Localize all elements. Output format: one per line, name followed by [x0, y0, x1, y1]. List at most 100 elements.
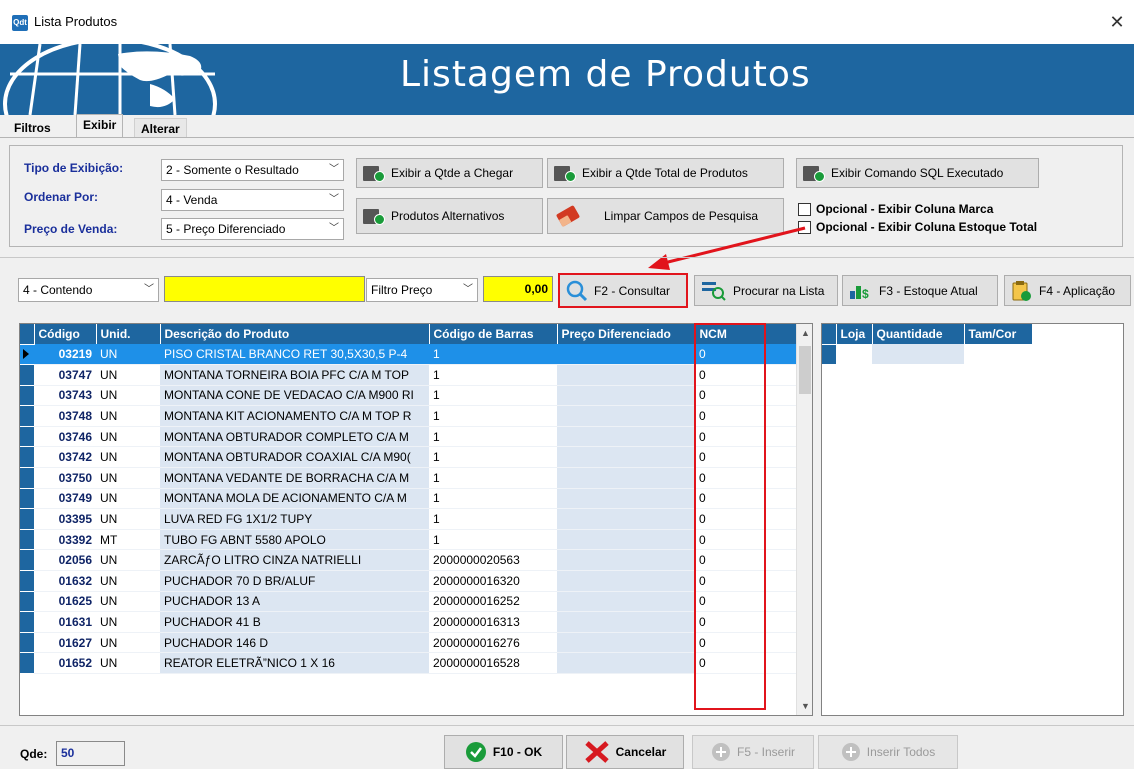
- preco-venda-select[interactable]: 5 - Preço Diferenciado ﹀: [161, 218, 344, 240]
- procurar-lista-button[interactable]: Procurar na Lista: [694, 275, 838, 306]
- table-row[interactable]: 03746 UN MONTANA OBTURADOR COMPLETO C/A M1…: [20, 426, 796, 448]
- ok-button[interactable]: F10 - OK: [444, 735, 563, 769]
- exibir-qtde-chegar-button[interactable]: Exibir a Qtde a Chegar: [356, 158, 543, 188]
- col-preco[interactable]: Preço Diferenciado: [557, 324, 696, 344]
- tab-exibir[interactable]: Exibir: [76, 114, 124, 138]
- cell-unid: UN: [96, 611, 160, 633]
- cell-barras: 1: [429, 426, 557, 448]
- table-row[interactable]: 03219 UN PISO CRISTAL BRANCO RET 30,5X30,5…: [20, 344, 796, 366]
- cell-descricao: MONTANA CONE DE VEDACAO C/A M900 RI: [160, 385, 429, 407]
- table-row[interactable]: 01652 UN REATOR ELETRÃ”NICO 1 X 16 20000000…: [20, 652, 796, 674]
- table-row[interactable]: 03742 UN MONTANA OBTURADOR COAXIAL C/A M90…: [20, 446, 796, 469]
- scroll-up-icon[interactable]: ▲: [801, 328, 810, 338]
- cell-preco: [557, 652, 695, 674]
- filtro-preco-select[interactable]: Filtro Preço ﹀: [366, 278, 478, 302]
- exibir-sql-button[interactable]: Exibir Comando SQL Executado: [796, 158, 1039, 188]
- stock-grid[interactable]: Loja Quantidade Tam/Cor: [821, 323, 1124, 716]
- cell-barras: 1: [429, 467, 557, 489]
- tab-alterar[interactable]: Alterar: [134, 118, 187, 138]
- consultar-button[interactable]: F2 - Consultar: [558, 273, 688, 308]
- chk-estoque-row[interactable]: Opcional - Exibir Coluna Estoque Total: [798, 220, 1037, 234]
- cell-codigo: 03395: [34, 508, 96, 530]
- cell-unid: UN: [96, 426, 160, 448]
- cell-unid: UN: [96, 508, 160, 530]
- close-icon[interactable]: ✕: [1104, 8, 1130, 36]
- chk-marca-row[interactable]: Opcional - Exibir Coluna Marca: [798, 202, 993, 216]
- folder-add-icon: [363, 207, 385, 225]
- table-row[interactable]: 01631 UN PUCHADOR 41 B 2000000016313 0: [20, 611, 796, 633]
- inserir-todos-button[interactable]: Inserir Todos: [818, 735, 958, 769]
- col-codigo[interactable]: Código: [34, 324, 97, 344]
- banner: Listagem de Produtos: [0, 44, 1134, 115]
- row-indicator[interactable]: [20, 570, 34, 592]
- table-row[interactable]: 03748 UN MONTANA KIT ACIONAMENTO C/A M TOP…: [20, 405, 796, 427]
- row-indicator[interactable]: [20, 611, 34, 633]
- checkbox-marca[interactable]: [798, 202, 811, 216]
- inserir-todos-label: Inserir Todos: [866, 745, 936, 759]
- match-mode-select[interactable]: 4 - Contendo ﹀: [18, 278, 159, 302]
- row-indicator[interactable]: [20, 549, 34, 572]
- cell-unid: MT: [96, 529, 160, 551]
- table-row[interactable]: 03747 UN MONTANA TORNEIRA BOIA PFC C/A M T…: [20, 364, 796, 386]
- cell-descricao: MONTANA OBTURADOR COAXIAL C/A M90(: [160, 446, 429, 469]
- col-loja[interactable]: Loja: [836, 324, 873, 344]
- row-indicator[interactable]: [20, 426, 34, 448]
- row-indicator[interactable]: [20, 632, 34, 654]
- preco-venda-value: 5 - Preço Diferenciado: [166, 222, 286, 236]
- ordenar-por-select[interactable]: 4 - Venda ﹀: [161, 189, 344, 211]
- cell-codigo: 03746: [34, 426, 96, 448]
- table-row[interactable]: 02056 UN ZARCÃƒO LITRO CINZA NATRIELLI 2000…: [20, 549, 796, 572]
- row-indicator[interactable]: [20, 364, 34, 386]
- col-quantidade[interactable]: Quantidade: [872, 324, 965, 344]
- produtos-alternativos-button[interactable]: Produtos Alternativos: [356, 198, 543, 234]
- row-indicator[interactable]: [20, 405, 34, 427]
- cell-codigo: 03742: [34, 446, 96, 469]
- row-indicator[interactable]: [20, 488, 34, 510]
- inserir-label: F5 - Inserir: [736, 745, 795, 759]
- table-row[interactable]: 03749 UN MONTANA MOLA DE ACIONAMENTO C/A M…: [20, 488, 796, 510]
- tab-filtros[interactable]: Filtros: [8, 118, 57, 138]
- scroll-thumb[interactable]: [799, 346, 811, 394]
- table-row[interactable]: 01625 UN PUCHADOR 13 A 2000000016252 0: [20, 591, 796, 613]
- scroll-down-icon[interactable]: ▼: [801, 701, 810, 711]
- aplicacao-button[interactable]: F4 - Aplicação: [1004, 275, 1131, 306]
- table-row[interactable]: 03750 UN MONTANA VEDANTE DE BORRACHA C/A M…: [20, 467, 796, 489]
- cell-codigo: 03748: [34, 405, 96, 427]
- cancel-button[interactable]: Cancelar: [566, 735, 684, 769]
- row-indicator[interactable]: [20, 529, 34, 551]
- row-indicator[interactable]: [20, 467, 34, 489]
- cell-descricao: PISO CRISTAL BRANCO RET 30,5X30,5 P-4: [160, 344, 429, 366]
- col-barras[interactable]: Código de Barras: [429, 324, 558, 344]
- table-row[interactable]: 01632 UN PUCHADOR 70 D BR/ALUF 200000001632…: [20, 570, 796, 592]
- row-indicator[interactable]: [20, 446, 34, 469]
- col-unid[interactable]: Unid.: [96, 324, 161, 344]
- cell-descricao: PUCHADOR 146 D: [160, 632, 429, 654]
- cell-unid: UN: [96, 467, 160, 489]
- side-grid-row[interactable]: [822, 344, 1032, 365]
- grid-scrollbar[interactable]: ▲ ▼: [796, 324, 812, 715]
- row-indicator[interactable]: [20, 652, 34, 674]
- tipo-exibicao-select[interactable]: 2 - Somente o Resultado ﹀: [161, 159, 344, 181]
- cell-unid: UN: [96, 591, 160, 613]
- row-indicator[interactable]: [20, 508, 34, 530]
- col-tam-cor[interactable]: Tam/Cor: [964, 324, 1033, 344]
- table-row[interactable]: 03395 UN LUVA RED FG 1X1/2 TUPY 1 0: [20, 508, 796, 530]
- row-indicator[interactable]: [20, 385, 34, 407]
- cell-barras: 1: [429, 529, 557, 551]
- cell-barras: 2000000016276: [429, 632, 557, 654]
- table-row[interactable]: 01627 UN PUCHADOR 146 D 2000000016276 0: [20, 632, 796, 654]
- toolbar-divider: [0, 257, 1134, 258]
- estoque-atual-button[interactable]: $ F3 - Estoque Atual: [842, 275, 998, 306]
- chk-estoque-label: Opcional - Exibir Coluna Estoque Total: [816, 220, 1038, 234]
- table-row[interactable]: 03743 UN MONTANA CONE DE VEDACAO C/A M900 …: [20, 385, 796, 407]
- row-indicator[interactable]: [20, 344, 34, 366]
- cell-unid: UN: [96, 385, 160, 407]
- table-row[interactable]: 03392 MT TUBO FG ABNT 5580 APOLO 1 0: [20, 529, 796, 551]
- price-input[interactable]: 0,00: [483, 276, 553, 302]
- exibir-qtde-total-button[interactable]: Exibir a Qtde Total de Produtos: [547, 158, 784, 188]
- side-cell-quantidade: [872, 344, 964, 364]
- search-input[interactable]: [164, 276, 365, 302]
- col-descricao[interactable]: Descrição do Produto: [160, 324, 430, 344]
- row-indicator[interactable]: [20, 591, 34, 613]
- inserir-button[interactable]: F5 - Inserir: [692, 735, 814, 769]
